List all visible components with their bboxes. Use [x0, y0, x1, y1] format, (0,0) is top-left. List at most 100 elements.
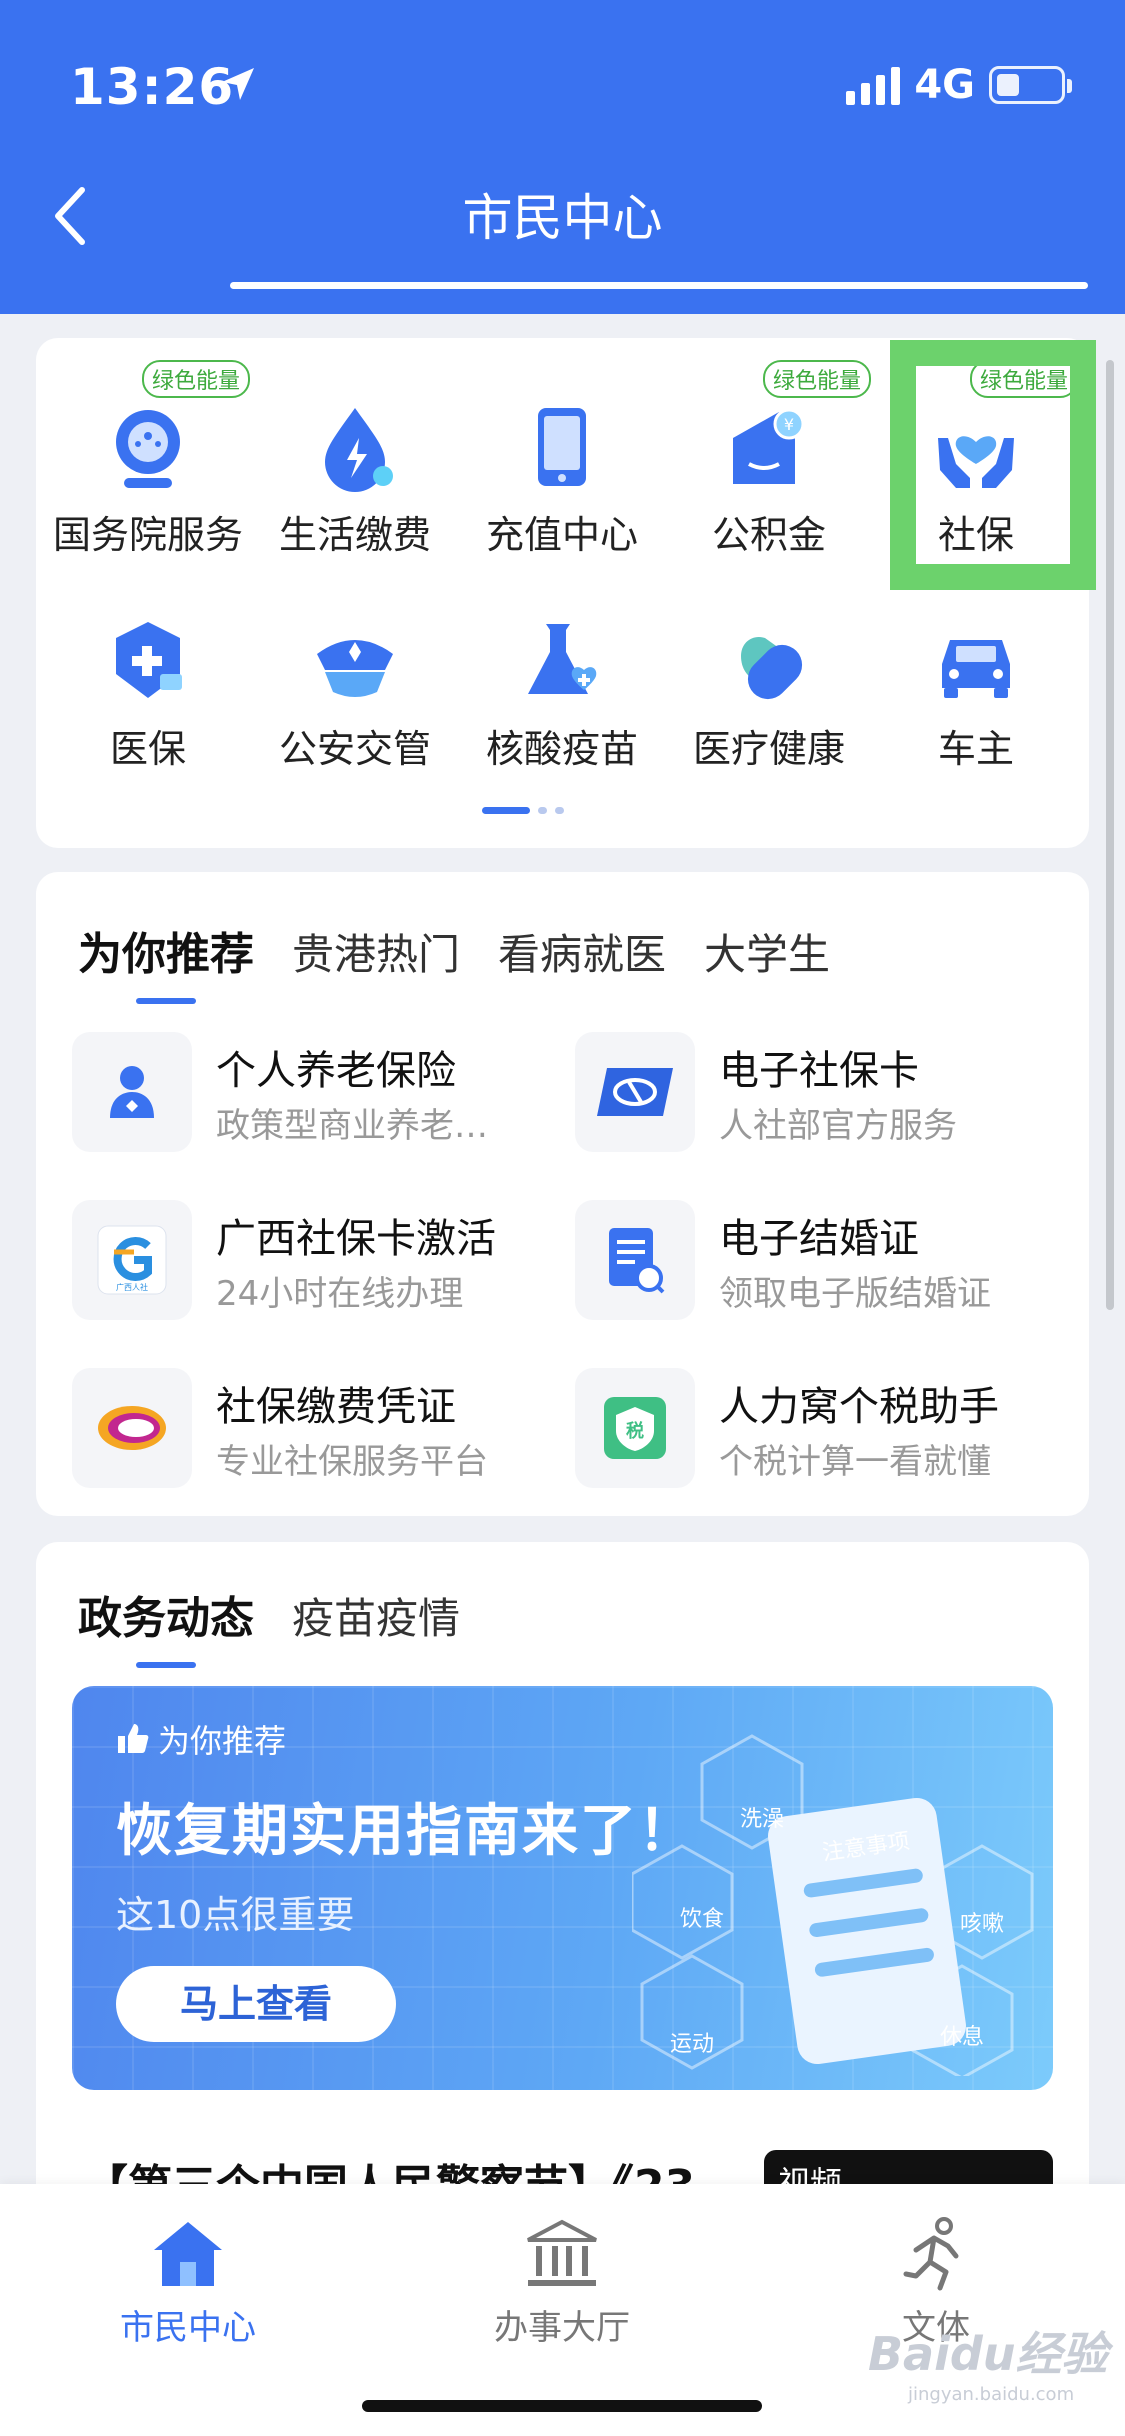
- rec-icon-box: [72, 1368, 192, 1488]
- watermark-url: jingyan.baidu.com: [908, 2384, 1075, 2405]
- rec-icon-box: [72, 1032, 192, 1152]
- service-medical-health[interactable]: 医疗健康: [669, 612, 869, 773]
- document-search-icon: [609, 1228, 665, 1294]
- service-label: 车主: [937, 727, 1014, 771]
- rec-e-social-card[interactable]: 电子社保卡 人社部官方服务: [575, 1032, 1055, 1152]
- social-card-icon: [597, 1068, 673, 1116]
- tab-underline: [136, 1662, 196, 1668]
- service-housing-fund[interactable]: 绿色能量 ¥ 公积金: [669, 360, 871, 559]
- rec-icon-box: 广西人社: [72, 1200, 192, 1320]
- art-label: 洗澡: [740, 1807, 784, 1832]
- title-underline: [230, 282, 1088, 289]
- service-police-traffic[interactable]: 公安交管: [255, 612, 455, 773]
- tab-label: 办事大厅: [494, 2308, 630, 2348]
- rec-icon-box: [575, 1200, 695, 1320]
- person-icon: [110, 1066, 154, 1118]
- art-label: 饮食: [680, 1907, 724, 1932]
- rec-subtitle: 个税计算一看就懂: [719, 1442, 991, 1482]
- signal-icon: [846, 65, 901, 105]
- service-state-council[interactable]: 绿色能量 国务院服务: [48, 360, 250, 559]
- banner-subtitle: 这10点很重要: [116, 1893, 355, 1937]
- tab-vaccine-epidemic[interactable]: 疫苗疫情: [292, 1585, 460, 1646]
- tab-underline: [136, 998, 196, 1004]
- medical-insurance-icon: [116, 622, 182, 698]
- tab-label: 大学生: [704, 930, 831, 979]
- service-label: 公积金: [711, 513, 826, 557]
- running-person-icon: [903, 2217, 959, 2291]
- page-title: 市民中心: [462, 189, 663, 247]
- state-council-icon: [116, 410, 180, 488]
- rec-e-marriage-cert[interactable]: 电子结婚证 领取电子版结婚证: [575, 1200, 1055, 1320]
- service-utility-payment[interactable]: 生活缴费: [255, 398, 455, 559]
- green-energy-badge: 绿色能量: [141, 360, 250, 398]
- tab-medical[interactable]: 看病就医: [498, 921, 666, 982]
- art-label: 运动: [670, 2032, 714, 2057]
- svg-text:¥: ¥: [784, 415, 794, 434]
- service-label: 医保: [109, 727, 186, 771]
- tab-label: 为你推荐: [78, 929, 254, 980]
- pill-icon: [741, 636, 803, 700]
- tax-icon-text: 税: [626, 1420, 644, 1442]
- page-dot: [538, 807, 547, 814]
- rec-title: 社保缴费凭证: [216, 1384, 456, 1430]
- green-energy-badge: 绿色能量: [762, 360, 871, 398]
- rec-title: 个人养老保险: [216, 1048, 456, 1094]
- network-type: 4G: [914, 62, 975, 108]
- tab-label: 政务动态: [78, 1593, 254, 1644]
- service-medical-insurance[interactable]: 医保: [48, 612, 248, 773]
- art-label: 休息: [940, 2025, 984, 2050]
- news-tabs: 政务动态 疫苗疫情: [78, 1582, 498, 1668]
- tab-label: 疫苗疫情: [292, 1594, 461, 1643]
- battery-icon: [989, 66, 1072, 104]
- status-time: 13:26: [70, 58, 235, 116]
- page-dot: [555, 807, 564, 814]
- status-indicators: 4G: [846, 62, 1072, 108]
- banner-tag: 为你推荐: [116, 1716, 286, 1762]
- rec-personal-pension[interactable]: 个人养老保险 政策型商业养老…: [72, 1032, 552, 1152]
- banner-tag-text: 为你推荐: [158, 1722, 287, 1760]
- tax-shield-icon: 税: [604, 1397, 666, 1459]
- header-bar: 13:26 4G 市民中心: [0, 0, 1125, 314]
- rec-subtitle: 政策型商业养老…: [216, 1106, 488, 1146]
- service-car-owner[interactable]: 车主: [876, 612, 1076, 773]
- rec-tax-assistant[interactable]: 税 人力窝个税助手 个税计算一看就懂: [575, 1368, 1055, 1488]
- police-cap-icon: [317, 640, 393, 697]
- rec-icon-box: [575, 1032, 695, 1152]
- banner-title: 恢复期实用指南来了！: [116, 1799, 696, 1864]
- service-nucleic-vaccine[interactable]: 核酸疫苗: [462, 612, 662, 773]
- service-label: 国务院服务: [52, 513, 243, 557]
- rec-title: 人力窝个税助手: [719, 1384, 999, 1430]
- rec-payment-voucher[interactable]: 社保缴费凭证 专业社保服务平台: [72, 1368, 552, 1488]
- service-label: 核酸疫苗: [485, 727, 638, 771]
- page-dot-active: [482, 807, 530, 814]
- tab-label: 市民中心: [120, 2308, 256, 2348]
- tab-guigang-hot[interactable]: 贵港热门: [292, 921, 460, 982]
- service-label: 生活缴费: [278, 513, 431, 557]
- rec-guangxi-card-activate[interactable]: 广西人社 广西社保卡激活 24小时在线办理: [72, 1200, 552, 1320]
- guangxi-social-logo-icon: 广西人社: [97, 1225, 167, 1295]
- service-label: 充值中心: [485, 513, 638, 557]
- tab-gov-news[interactable]: 政务动态: [78, 1582, 254, 1668]
- view-now-button[interactable]: 马上查看: [116, 1966, 396, 2042]
- guide-illustration: 洗澡 饮食 运动 注意事项 咳嗽 休息: [632, 1734, 1034, 2076]
- watermark-brand: Baidu经验: [868, 2327, 1108, 2381]
- car-icon: [942, 640, 1010, 698]
- tab-citizen-center[interactable]: 市民中心: [68, 2214, 308, 2349]
- housing-fund-icon: ¥: [733, 408, 805, 484]
- page-indicator: [482, 807, 564, 814]
- highlight-box: [890, 340, 1096, 590]
- tab-service-hall[interactable]: 办事大厅: [442, 2214, 682, 2349]
- rec-title: 广西社保卡激活: [216, 1216, 496, 1262]
- phone-recharge-icon: [538, 408, 586, 486]
- utility-payment-icon: [325, 408, 393, 492]
- recovery-guide-banner[interactable]: 为你推荐 恢复期实用指南来了！ 这10点很重要 马上查看 洗澡 饮食 运动 注意…: [72, 1686, 1053, 2090]
- service-recharge-center[interactable]: 充值中心: [462, 398, 662, 559]
- tab-college[interactable]: 大学生: [704, 921, 830, 982]
- home-icon: [154, 2222, 222, 2286]
- rec-subtitle: 专业社保服务平台: [216, 1442, 488, 1482]
- rec-title: 电子社保卡: [719, 1048, 919, 1094]
- home-indicator: [362, 2400, 762, 2412]
- scrollbar[interactable]: [1106, 360, 1114, 1310]
- service-label: 公安交管: [278, 727, 431, 771]
- tab-for-you[interactable]: 为你推荐: [78, 918, 254, 1004]
